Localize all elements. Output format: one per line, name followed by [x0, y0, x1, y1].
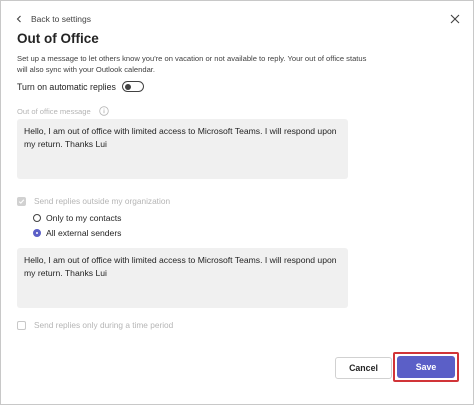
save-button[interactable]: Save — [397, 356, 455, 378]
message-label-row: Out of office message — [17, 106, 109, 116]
time-period-row: Send replies only during a time period — [17, 320, 173, 330]
external-message-field[interactable]: Hello, I am out of office with limited a… — [17, 248, 348, 308]
internal-message-field[interactable]: Hello, I am out of office with limited a… — [17, 119, 348, 179]
time-period-label: Send replies only during a time period — [34, 320, 174, 330]
toggle-knob — [124, 83, 131, 90]
time-period-checkbox[interactable] — [17, 320, 26, 330]
page-title: Out of Office — [17, 31, 99, 46]
radio-option-contacts[interactable]: Only to my contacts — [33, 213, 121, 223]
back-link-label: Back to settings — [31, 14, 92, 24]
auto-replies-toggle[interactable] — [121, 81, 144, 92]
close-icon[interactable] — [449, 13, 461, 25]
checkmark-icon — [18, 198, 25, 204]
chevron-left-icon — [16, 15, 21, 23]
radio-all-external[interactable] — [33, 229, 41, 237]
page-description: Set up a message to let others know you'… — [17, 54, 367, 74]
auto-replies-label: Turn on automatic replies — [17, 81, 116, 92]
outside-org-row: Send replies outside my organization — [17, 196, 170, 206]
radio-contacts[interactable] — [33, 214, 41, 222]
outside-org-label: Send replies outside my organization — [34, 196, 171, 206]
radio-all-external-label: All external senders — [46, 228, 122, 238]
cancel-button[interactable]: Cancel — [335, 357, 392, 379]
outside-org-checkbox[interactable] — [17, 196, 26, 206]
message-label: Out of office message — [17, 106, 91, 116]
back-to-settings-link[interactable]: Back to settings — [15, 14, 91, 24]
auto-replies-row: Turn on automatic replies — [17, 81, 144, 92]
out-of-office-dialog: Back to settings Out of Office Set up a … — [0, 0, 474, 405]
radio-option-all-external[interactable]: All external senders — [33, 228, 121, 238]
info-icon[interactable] — [99, 106, 109, 116]
radio-contacts-label: Only to my contacts — [46, 213, 122, 223]
